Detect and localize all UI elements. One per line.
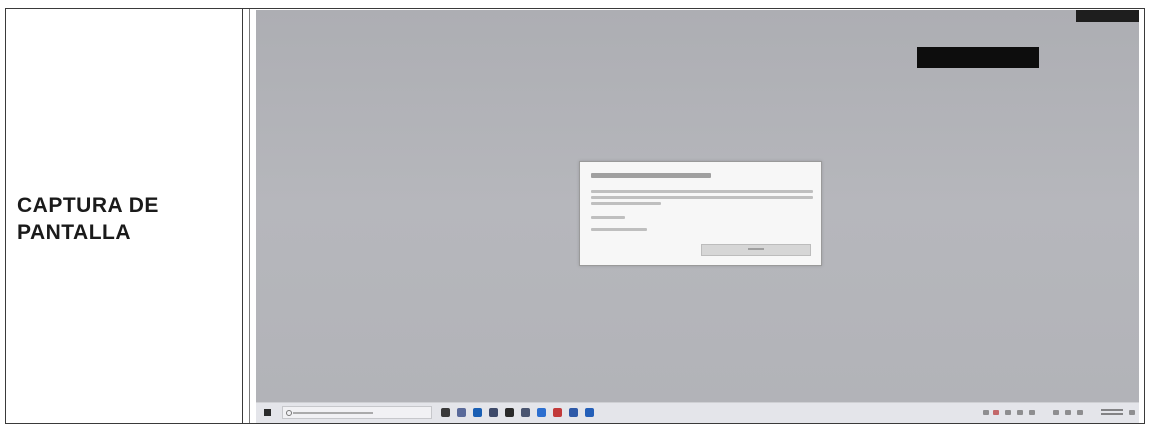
chrome-icon[interactable] [553, 408, 562, 417]
label-cell: CAPTURA DE PANTALLA [6, 9, 243, 423]
mail-icon[interactable] [521, 408, 530, 417]
tray-item[interactable] [993, 410, 999, 415]
teams-icon[interactable] [569, 408, 578, 417]
dialog-title [591, 173, 711, 178]
search-placeholder [293, 412, 373, 414]
battery-icon[interactable] [1077, 410, 1083, 415]
outlook-icon[interactable] [537, 408, 546, 417]
word-icon[interactable] [585, 408, 594, 417]
edge-icon[interactable] [473, 408, 482, 417]
task-view-icon[interactable] [441, 408, 450, 417]
tray-item[interactable] [1029, 410, 1035, 415]
desktop-background [256, 10, 1139, 403]
file-explorer-icon[interactable] [489, 408, 498, 417]
notification-icon[interactable] [1129, 410, 1135, 415]
section-label-line-1: CAPTURA DE [17, 194, 159, 217]
redaction-box [917, 47, 1039, 68]
dialog-button[interactable] [701, 244, 811, 256]
dialog-text-line [591, 202, 661, 205]
taskbar-clock[interactable] [1101, 407, 1123, 418]
volume-icon[interactable] [1065, 410, 1071, 415]
document-table: CAPTURA DE PANTALLA [5, 8, 1145, 424]
tray-item[interactable] [1005, 410, 1011, 415]
corner-redaction [1076, 10, 1139, 22]
dialog-text-line [591, 190, 813, 193]
section-label: CAPTURA DE PANTALLA [17, 192, 159, 246]
column-divider [249, 9, 250, 423]
dialog-text-line [591, 216, 625, 219]
store-icon[interactable] [505, 408, 514, 417]
dialog-box [579, 161, 822, 266]
tray-item[interactable] [1017, 410, 1023, 415]
search-input[interactable] [282, 406, 432, 419]
section-label-line-2: PANTALLA [17, 221, 132, 244]
embedded-screenshot [256, 10, 1139, 423]
tray-item[interactable] [983, 410, 989, 415]
search-icon [286, 410, 292, 416]
dialog-text-line [591, 196, 813, 199]
taskbar [256, 402, 1139, 423]
wifi-icon[interactable] [1053, 410, 1059, 415]
dialog-text-line [591, 228, 647, 231]
dialog-button-label [748, 248, 764, 251]
start-icon[interactable] [264, 409, 271, 416]
widgets-icon[interactable] [457, 408, 466, 417]
